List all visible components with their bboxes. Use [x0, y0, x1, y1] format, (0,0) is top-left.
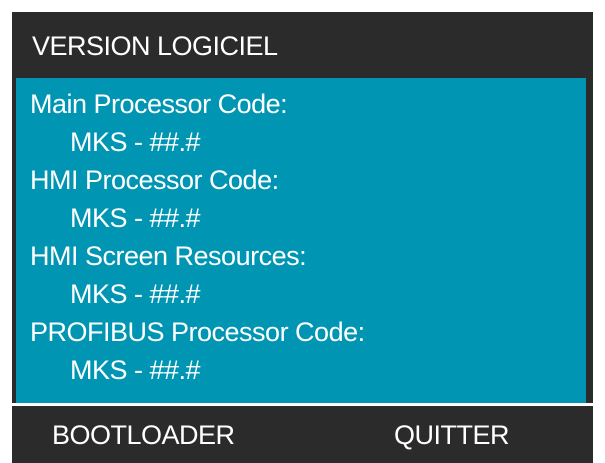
hmi-processor-version: MKS - ##.# — [70, 203, 201, 233]
version-info-panel: Main Processor Code: MKS - ##.# HMI Proc… — [16, 78, 586, 403]
main-processor-label: Main Processor Code: — [30, 89, 288, 119]
hmi-screen-resources-version: MKS - ##.# — [70, 279, 201, 309]
hmi-processor-label: HMI Processor Code: — [30, 165, 279, 195]
quit-button[interactable]: QUITTER — [394, 419, 510, 451]
profibus-processor-version: MKS - ##.# — [70, 355, 201, 385]
soft-key-bar: BOOTLOADER QUITTER — [12, 406, 593, 463]
screen-title: VERSION LOGICIEL — [32, 31, 278, 61]
bootloader-button[interactable]: BOOTLOADER — [52, 419, 235, 451]
hmi-screen-resources-label: HMI Screen Resources: — [30, 241, 307, 271]
title-bar: VERSION LOGICIEL — [12, 12, 593, 78]
profibus-processor-label: PROFIBUS Processor Code: — [30, 317, 365, 347]
device-screen: VERSION LOGICIEL Main Processor Code: MK… — [12, 12, 593, 463]
main-processor-version: MKS - ##.# — [70, 127, 201, 157]
